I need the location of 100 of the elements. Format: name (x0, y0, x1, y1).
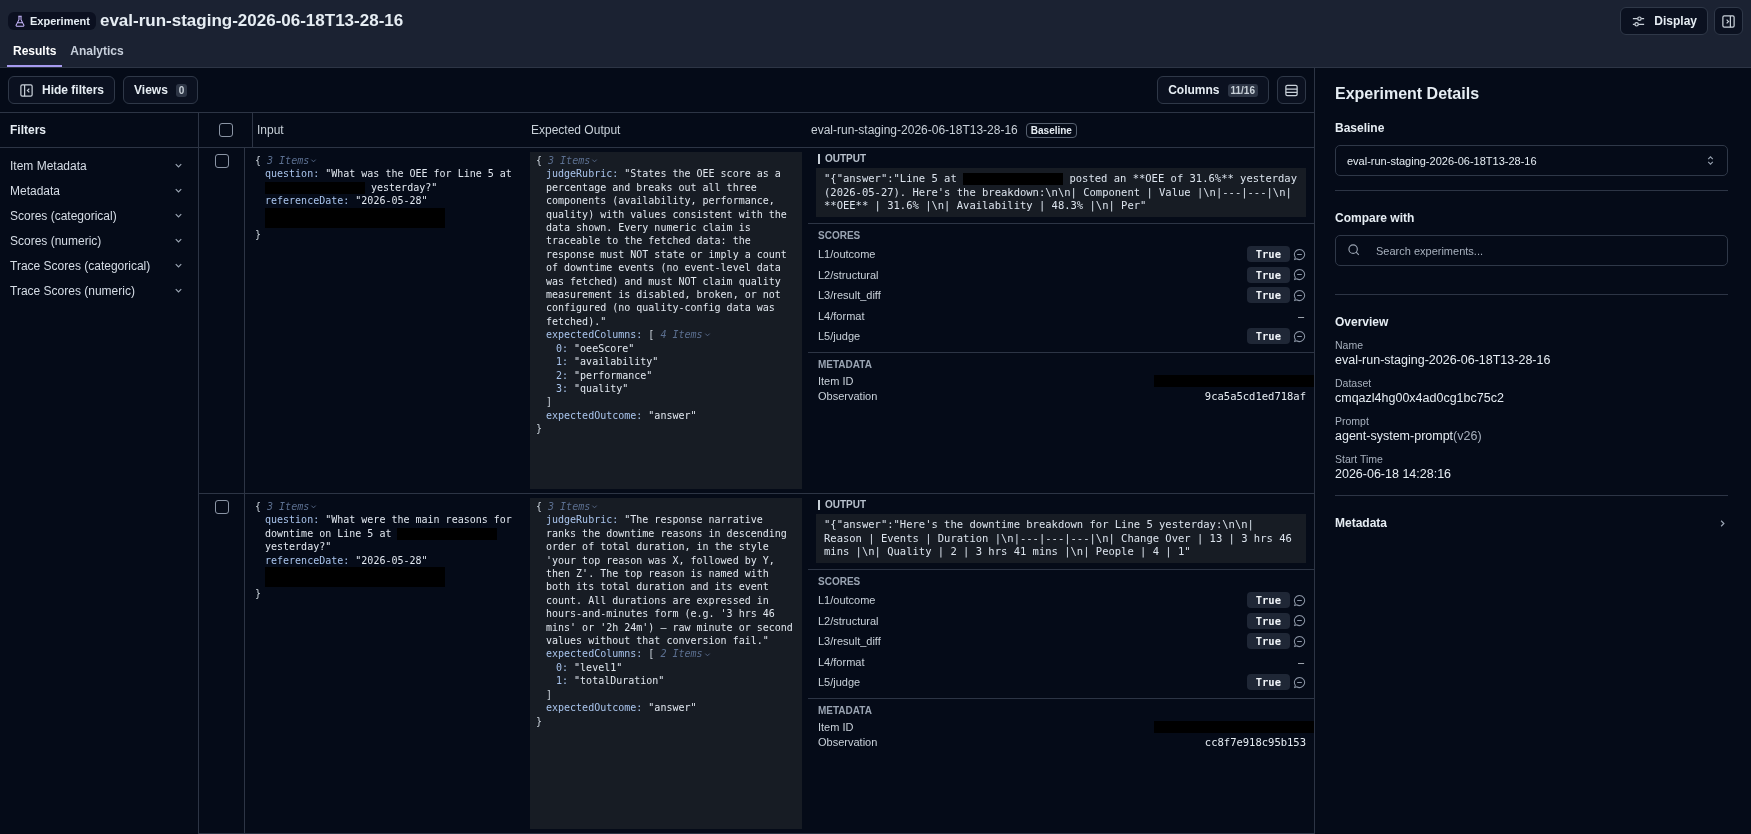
field-label: Name (1335, 339, 1364, 351)
tab[interactable]: Results (7, 38, 63, 67)
brace: { (536, 155, 543, 166)
comment-icon[interactable] (1293, 329, 1306, 343)
json-entry: referenceDate: "2026-05-28" (265, 194, 429, 208)
metadata-key: Item ID (818, 720, 854, 733)
score-name: L5/judge (818, 330, 861, 343)
section-label: SCORES (818, 229, 862, 241)
column-header: eval-run-staging-2026-06-18T13-28-16 (811, 123, 1018, 137)
columns-button[interactable]: Columns 11/16 (1157, 76, 1269, 104)
brace: } (255, 588, 262, 600)
json-entry: judgeRubric: "The response narrative ranks the downtime reasons in descending order of total duration, in the style 'your top reason was X, followed by Y, then Z'. The top reason is named with both its total duration and its event count. All durations are expressed in hours-and-minutes form (e.g. '3 hrs 46 mins' or '2h 24m') — raw minute or second values without that conversion fail." (546, 513, 794, 648)
score-name: L2/structural (818, 614, 879, 627)
score-name: L5/judge (818, 676, 861, 689)
metadata-key: Observation (818, 389, 878, 402)
json-entry: 2: "performance" (555, 368, 654, 382)
filter-group[interactable]: Trace Scores (categorical) (0, 253, 198, 278)
json-key: expectedColumns: (546, 329, 643, 341)
score-value: True (1246, 592, 1290, 609)
comment-icon[interactable] (1293, 288, 1306, 302)
brace: { (536, 501, 543, 512)
json-entry: 0: "oeeScore" (555, 341, 636, 356)
filters-heading: Filters (0, 113, 198, 148)
flask-icon (14, 15, 26, 27)
tab[interactable]: Analytics (64, 38, 130, 67)
bracket: ] (546, 688, 553, 700)
views-button[interactable]: Views 0 (123, 76, 199, 104)
chevron-down-icon (591, 157, 599, 165)
bracket: [ (648, 648, 655, 660)
item-count[interactable]: 3 Items (267, 500, 318, 514)
metadata-section[interactable]: Metadata (1335, 516, 1728, 530)
json-entry: question: "What was the OEE for Line 5 at yesterday?" (265, 167, 513, 195)
field-value: agent-system-prompt (1335, 429, 1454, 443)
score-value: True (1246, 328, 1290, 345)
json-entry: 0: "level1" (555, 660, 624, 675)
score-value: True (1246, 266, 1290, 283)
column-header: Input (257, 123, 284, 137)
chevron-down-icon (703, 331, 711, 339)
score-value: True (1246, 246, 1290, 263)
output-text: "{"answer":"Line 5 at posted an **OEE of 31.6%** yesterday (2026-05-27). Here's the breakdown:\n\n| Component | Value |\n|---|---|\n| **OEE** | 31.6% |\n| Availability | 48.3% |\n| Per" (816, 168, 1306, 217)
rows-icon (1284, 82, 1299, 98)
comment-icon[interactable] (1293, 593, 1306, 607)
json-key: expectedColumns: (546, 648, 643, 660)
chevron-down-icon (703, 650, 711, 658)
hide-filters-button[interactable]: Hide filters (8, 76, 115, 104)
score-name: L2/structural (818, 268, 879, 281)
field-label: Compare with (1335, 211, 1416, 225)
score-value: True (1246, 612, 1290, 629)
section-heading: Overview (1335, 315, 1390, 329)
score-name: L3/result_diff (818, 289, 881, 302)
score-name: L1/outcome (818, 248, 876, 261)
columns-count: 11/16 (1227, 83, 1258, 97)
row-checkbox[interactable] (214, 154, 229, 168)
json-entry: referenceDate: "2026-05-28" (265, 553, 429, 568)
sliders-icon (1631, 13, 1647, 29)
filter-group[interactable]: Metadata (0, 178, 198, 203)
comment-icon[interactable] (1293, 675, 1306, 689)
filter-group[interactable]: Scores (categorical) (0, 203, 198, 228)
metadata-key: Observation (818, 735, 878, 748)
sidebar-icon (19, 82, 34, 98)
row-height-button[interactable] (1277, 76, 1306, 104)
comment-icon[interactable] (1293, 247, 1306, 261)
score-value: True (1246, 633, 1290, 650)
views-count: 0 (175, 83, 188, 97)
chevron-down-icon (310, 157, 318, 165)
json-entry: 1: "totalDuration" (555, 674, 666, 688)
field-value: cmqazl4hg00x4ad0cg1bc75c2 (1335, 391, 1504, 405)
filter-group[interactable]: Item Metadata (0, 153, 198, 178)
field-value: eval-run-staging-2026-06-18T13-28-16 (1335, 353, 1551, 367)
item-count[interactable]: 3 Items (267, 154, 318, 168)
baseline-select[interactable]: eval-run-staging-2026-06-18T13-28-16 (1335, 145, 1728, 176)
score-name: L1/outcome (818, 594, 876, 607)
comment-icon[interactable] (1293, 268, 1306, 282)
score-value: – (1297, 655, 1305, 668)
field-value: 2026-06-18 14:28:16 (1335, 467, 1452, 481)
comment-icon[interactable] (1293, 634, 1306, 648)
comment-icon[interactable] (1293, 614, 1306, 628)
select-all-checkbox[interactable] (218, 123, 233, 137)
filter-group[interactable]: Trace Scores (numeric) (0, 278, 198, 303)
version-label: (v26) (1453, 429, 1482, 443)
panel-toggle-button[interactable] (1714, 7, 1743, 35)
field-label: Prompt (1335, 415, 1370, 427)
score-value: True (1246, 287, 1290, 304)
search-icon (1347, 243, 1361, 257)
brace: { (255, 501, 262, 512)
json-entry: 3: "quality" (555, 381, 630, 396)
brace: } (536, 715, 543, 727)
bracket: [ (648, 329, 655, 341)
metadata-key: Item ID (818, 374, 854, 387)
search-field[interactable]: Search experiments... (1335, 235, 1728, 266)
section-label: METADATA (818, 359, 873, 371)
brace: } (536, 423, 543, 435)
display-button[interactable]: Display (1620, 7, 1708, 35)
score-value: True (1246, 674, 1290, 691)
sidebar-icon (1721, 13, 1736, 29)
filter-group[interactable]: Scores (numeric) (0, 228, 198, 253)
json-entry: expectedOutcome: "answer" (546, 701, 698, 715)
panel-title: Experiment Details (1335, 85, 1481, 103)
row-checkbox[interactable] (214, 500, 229, 514)
json-entry: judgeRubric: "States the OEE score as a percentage and breaks out all three components (availability, performance, quality) with values consistent with the data shown. Every numeric claim is traceable to the fetched data: the response must NOT state or imply a count of downtime events (no event-level data was fetched) and must NOT claim quality measurement is disabled, broken, or not configured (no quality-config data was fetched)." (546, 167, 788, 329)
